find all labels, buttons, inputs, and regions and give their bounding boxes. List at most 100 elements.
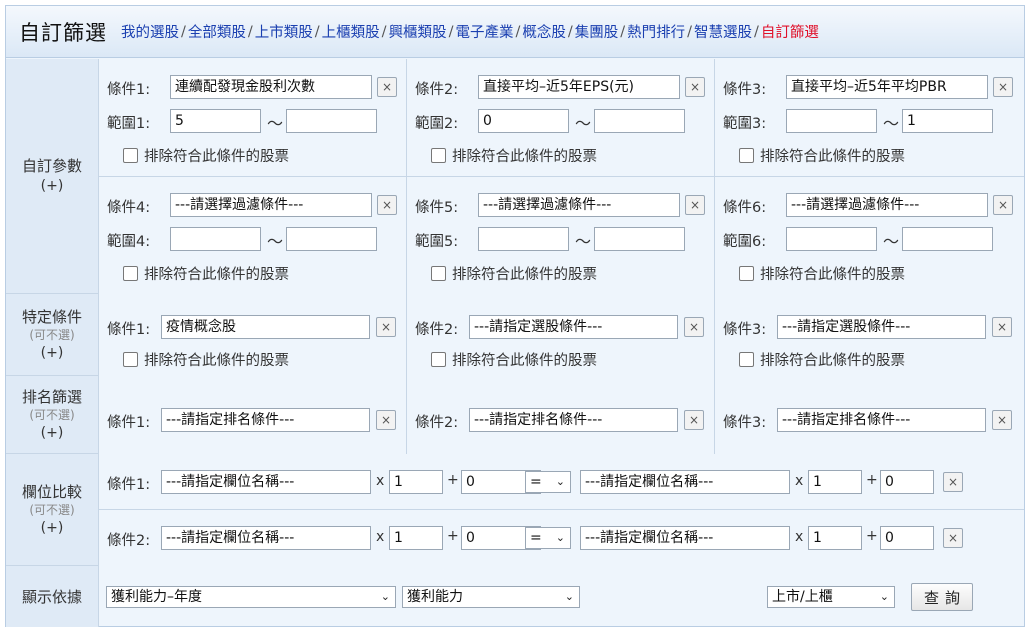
specific-1-clear-button[interactable]: × [376,317,396,337]
condition-1-field[interactable]: 連續配發現金股利次數 [170,75,372,99]
condition-6-field[interactable]: ---請選擇過濾條件--- [786,193,988,217]
nav-listed-sectors[interactable]: 上市類股 [255,21,313,42]
nav-smart-picks[interactable]: 智慧選股 [694,21,752,42]
nav-otc-sectors[interactable]: 上櫃類股 [322,21,380,42]
range-4-min-input[interactable] [170,227,261,251]
condition-3-exclude-checkbox[interactable]: 排除符合此條件的股票 [739,145,905,166]
compare-2-left-field[interactable]: ---請指定欄位名稱--- [161,526,371,550]
condition-5-clear-button[interactable]: × [685,195,705,215]
compare-2-mul2-input[interactable]: 1 [808,526,862,550]
range-2-max-input[interactable] [594,109,685,133]
compare-section: 欄位比較 (可不選) (+) 條件1: ---請指定欄位名稱--- x 1 +0 = ⌄ --… [6,454,1024,566]
checkbox-box[interactable] [739,352,754,367]
ranking-1-field[interactable]: ---請指定排名條件--- [161,408,370,432]
compare-1-right-field[interactable]: ---請指定欄位名稱--- [580,470,790,494]
checkbox-box[interactable] [739,266,754,281]
compare-2-operator-select[interactable]: = ⌄ [525,527,571,549]
compare-1-mul2-input[interactable]: 1 [808,470,862,494]
condition-1-clear-button[interactable]: × [377,77,397,97]
condition-5-field[interactable]: ---請選擇過濾條件--- [478,193,680,217]
expand-specific-toggle[interactable]: (+) [41,343,64,363]
checkbox-box[interactable] [431,352,446,367]
range-6-max-input[interactable] [902,227,993,251]
nav-concept-stocks[interactable]: 概念股 [522,21,566,42]
nav-hot-ranking[interactable]: 熱門排行 [627,21,685,42]
compare-2-right-field[interactable]: ---請指定欄位名稱--- [580,526,790,550]
range-3-max-input[interactable]: 1 [902,109,993,133]
specific-2-field[interactable]: ---請指定選股條件--- [469,315,678,339]
nav-my-picks[interactable]: 我的選股 [121,21,179,42]
chevron-down-icon: ⌄ [879,590,889,603]
specific-1-field[interactable]: 疫情概念股 [161,315,370,339]
range-1-min-input[interactable]: 5 [170,109,261,133]
expand-compare-toggle[interactable]: (+) [41,518,64,538]
compare-row: 條件1: ---請指定欄位名稱--- x 1 +0 = ⌄ ---請指定欄位名稱--- x 1 +0… [99,454,1024,510]
condition-4-field[interactable]: ---請選擇過濾條件--- [170,193,372,217]
compare-1-left-field[interactable]: ---請指定欄位名稱--- [161,470,371,494]
compare-1-mul1-input[interactable]: 1 [389,470,443,494]
range-2-min-input[interactable]: 0 [478,109,569,133]
range-5-label: 範圍5: [415,234,459,250]
condition-5-exclude-checkbox[interactable]: 排除符合此條件的股票 [431,263,597,284]
compare-1-label: 條件1: [107,477,151,493]
specific-3-field[interactable]: ---請指定選股條件--- [777,315,986,339]
compare-2-clear-button[interactable]: × [943,528,963,548]
checkbox-box[interactable] [431,266,446,281]
checkbox-box[interactable] [431,148,446,163]
specific-2-exclude-checkbox[interactable]: 排除符合此條件的股票 [431,349,597,370]
condition-4-clear-button[interactable]: × [377,195,397,215]
range-4-tilde: ～ [267,232,284,251]
condition-2-exclude-checkbox[interactable]: 排除符合此條件的股票 [431,145,597,166]
display-subcategory-select[interactable]: 獲利能力 ⌄ [402,586,580,608]
market-select[interactable]: 上市/上櫃 ⌄ [767,586,895,608]
condition-6-exclude-checkbox[interactable]: 排除符合此條件的股票 [739,263,905,284]
compare-2-times-2: x [795,529,804,545]
checkbox-box[interactable] [739,148,754,163]
display-category-select[interactable]: 獲利能力–年度 ⌄ [106,586,396,608]
ranking-3-clear-button[interactable]: × [992,410,1012,430]
ranking-1-clear-button[interactable]: × [376,410,396,430]
specific-label: 特定條件 (可不選) (+) [6,294,99,375]
range-3-tilde: ～ [883,114,900,133]
compare-1-operator-select[interactable]: = ⌄ [525,471,571,493]
condition-3-field[interactable]: 直接平均–近5年平均PBR [786,75,988,99]
query-button[interactable]: 查詢 [911,583,973,611]
condition-6-clear-button[interactable]: × [993,195,1013,215]
range-4-max-input[interactable] [286,227,377,251]
compare-1-add2-input[interactable]: 0 [880,470,934,494]
checkbox-box[interactable] [123,148,138,163]
checkbox-box[interactable] [123,266,138,281]
nav-custom-filter[interactable]: 自訂篩選 [761,21,819,42]
nav-group-stocks[interactable]: 集團股 [575,21,619,42]
nav-emerging-sectors[interactable]: 興櫃類股 [389,21,447,42]
range-6-min-input[interactable] [786,227,877,251]
range-1-max-input[interactable] [286,109,377,133]
compare-2-add2-input[interactable]: 0 [880,526,934,550]
expand-ranking-toggle[interactable]: (+) [41,423,64,443]
compare-2-mul1-input[interactable]: 1 [389,526,443,550]
compare-1-plus-1: + [447,472,459,488]
nav-electronics[interactable]: 電子產業 [455,21,513,42]
specific-3-clear-button[interactable]: × [992,317,1012,337]
ranking-3-field[interactable]: ---請指定排名條件--- [777,408,986,432]
ranking-2-field[interactable]: ---請指定排名條件--- [469,408,678,432]
condition-4-exclude-checkbox[interactable]: 排除符合此條件的股票 [123,263,289,284]
expand-custom-toggle[interactable]: (+) [41,176,64,196]
ranking-2-clear-button[interactable]: × [684,410,704,430]
compare-1-clear-button[interactable]: × [943,472,963,492]
specific-1-exclude-checkbox[interactable]: 排除符合此條件的股票 [123,349,289,370]
condition-1-exclude-checkbox[interactable]: 排除符合此條件的股票 [123,145,289,166]
range-3-min-input[interactable] [786,109,877,133]
range-5-max-input[interactable] [594,227,685,251]
condition-2-clear-button[interactable]: × [685,77,705,97]
range-2-tilde: ～ [575,114,592,133]
condition-3-clear-button[interactable]: × [993,77,1013,97]
condition-2-field[interactable]: 直接平均–近5年EPS(元) [478,75,680,99]
checkbox-box[interactable] [123,352,138,367]
nav-all-sectors[interactable]: 全部類股 [188,21,246,42]
condition-5-label: 條件5: [415,200,459,216]
range-5-min-input[interactable] [478,227,569,251]
specific-3-exclude-checkbox[interactable]: 排除符合此條件的股票 [739,349,905,370]
compare-2-plus-2: + [866,528,878,544]
specific-2-clear-button[interactable]: × [684,317,704,337]
